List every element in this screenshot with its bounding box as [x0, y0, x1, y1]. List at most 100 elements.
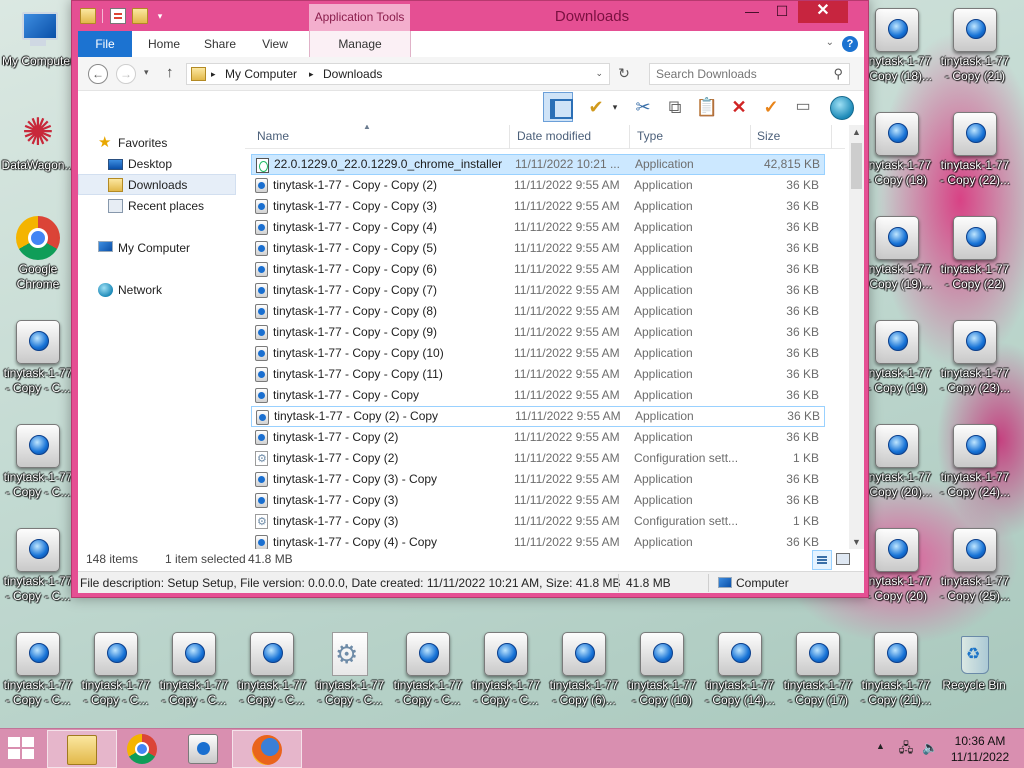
- start-button[interactable]: [8, 737, 38, 761]
- back-button[interactable]: ←: [88, 64, 108, 84]
- volume-icon[interactable]: 🔈: [922, 740, 938, 756]
- desktop-icon-item[interactable]: tinytask-1-77 - Copy (19)...: [859, 216, 935, 292]
- file-row[interactable]: tinytask-1-77 - Copy - Copy (11) 11/11/20…: [251, 364, 825, 385]
- recent-locations-dropdown-icon[interactable]: ▾: [144, 67, 149, 78]
- scroll-thumb[interactable]: [851, 143, 862, 189]
- properties-icon[interactable]: ▭: [790, 94, 816, 120]
- file-row[interactable]: tinytask-1-77 - Copy (3) 11/11/2022 9:55 …: [251, 490, 825, 511]
- preview-pane-button[interactable]: [543, 92, 573, 122]
- clock-time[interactable]: 10:36 AM: [944, 734, 1016, 748]
- title-bar[interactable]: ▾ Application Tools Downloads — ☐ ✕: [72, 1, 868, 31]
- properties-quick-icon[interactable]: [110, 8, 126, 24]
- file-row[interactable]: tinytask-1-77 - Copy - Copy (8) 11/11/202…: [251, 301, 825, 322]
- desktop-icon-item[interactable]: tinytask-1-77 - Copy (24)...: [937, 424, 1013, 500]
- file-row[interactable]: tinytask-1-77 - Copy (3) 11/11/2022 9:55 …: [251, 511, 825, 533]
- delete-icon[interactable]: ✕: [726, 94, 752, 120]
- file-row[interactable]: tinytask-1-77 - Copy (4) - Copy 11/11/202…: [251, 532, 825, 549]
- refresh-button[interactable]: ↻: [614, 65, 634, 85]
- copy-icon[interactable]: ⧉: [662, 94, 688, 120]
- address-history-dropdown-icon[interactable]: ⌄: [595, 68, 603, 79]
- open-dropdown-icon[interactable]: ▾: [609, 94, 621, 120]
- file-row[interactable]: tinytask-1-77 - Copy - Copy (6) 11/11/202…: [251, 259, 825, 280]
- network-tray-icon[interactable]: 🖧: [898, 740, 914, 756]
- desktop-icon-item[interactable]: tinytask-1-77 - Copy - C...: [390, 632, 466, 708]
- tab-view[interactable]: View: [252, 31, 298, 57]
- file-row[interactable]: tinytask-1-77 - Copy - Copy (10) 11/11/20…: [251, 343, 825, 364]
- close-button[interactable]: ✕: [798, 1, 848, 23]
- desktop-icon-item[interactable]: Google Chrome: [0, 216, 76, 292]
- desktop-icon-item[interactable]: tinytask-1-77 - Copy - C...: [0, 320, 76, 396]
- cut-icon[interactable]: ✂: [630, 94, 656, 120]
- column-divider[interactable]: [629, 125, 630, 149]
- file-row[interactable]: tinytask-1-77 - Copy - Copy (9) 11/11/202…: [251, 322, 825, 343]
- taskbar-file-explorer[interactable]: [47, 730, 117, 768]
- tab-share[interactable]: Share: [194, 31, 246, 57]
- paste-icon[interactable]: 📋: [694, 94, 720, 120]
- address-bar[interactable]: ▸ My Computer ▸ Downloads ⌄: [186, 63, 610, 85]
- file-row[interactable]: tinytask-1-77 - Copy - Copy (2) 11/11/202…: [251, 175, 825, 196]
- desktop-icon-item[interactable]: tinytask-1-77 - Copy (17): [780, 632, 856, 708]
- nav-favorites[interactable]: ★ Favorites: [78, 133, 236, 154]
- desktop-icon-item[interactable]: tinytask-1-77 - Copy - C...: [0, 528, 76, 604]
- desktop-icon-item[interactable]: tinytask-1-77 - Copy (23)...: [937, 320, 1013, 396]
- desktop-icon-item[interactable]: tinytask-1-77 - Copy (20)...: [859, 424, 935, 500]
- tab-home[interactable]: Home: [138, 31, 190, 57]
- desktop-icon-item[interactable]: tinytask-1-77 - Copy - C...: [0, 424, 76, 500]
- file-row[interactable]: tinytask-1-77 - Copy (2) - Copy 11/11/202…: [251, 406, 825, 427]
- file-row[interactable]: 22.0.1229.0_22.0.1229.0_chrome_installer…: [251, 154, 825, 175]
- tab-manage[interactable]: Manage: [309, 31, 411, 57]
- desktop-icon-item[interactable]: tinytask-1-77 - Copy (18): [859, 112, 935, 188]
- column-name-header[interactable]: Name: [257, 129, 289, 143]
- nav-my-computer[interactable]: My Computer: [78, 238, 236, 259]
- file-row[interactable]: tinytask-1-77 - Copy - Copy (7) 11/11/202…: [251, 280, 825, 301]
- desktop-icon-item[interactable]: Recycle Bin: [936, 632, 1012, 708]
- column-type-header[interactable]: Type: [637, 129, 663, 143]
- file-row[interactable]: tinytask-1-77 - Copy - Copy 11/11/2022 9:…: [251, 385, 825, 406]
- scroll-up-arrow-icon[interactable]: ▲: [849, 127, 864, 137]
- desktop-icon-item[interactable]: tinytask-1-77 - Copy (14)...: [702, 632, 778, 708]
- column-size-header[interactable]: Size: [757, 129, 780, 143]
- taskbar-firefox[interactable]: [232, 730, 302, 768]
- desktop-icon-item[interactable]: tinytask-1-77 - Copy (21): [937, 8, 1013, 84]
- desktop-icon-item[interactable]: tinytask-1-77 - Copy (22): [937, 216, 1013, 292]
- desktop-icon-item[interactable]: tinytask-1-77 - Copy (20): [859, 528, 935, 604]
- file-row[interactable]: tinytask-1-77 - Copy - Copy (4) 11/11/202…: [251, 217, 825, 238]
- nav-downloads[interactable]: Downloads: [78, 174, 236, 195]
- nav-recent-places[interactable]: Recent places: [78, 196, 236, 217]
- column-date-header[interactable]: Date modified: [517, 129, 591, 143]
- large-icons-view-icon[interactable]: [836, 553, 850, 565]
- vertical-scrollbar[interactable]: ▲ ▼: [849, 125, 864, 549]
- column-divider[interactable]: [750, 125, 751, 149]
- search-icon[interactable]: ⚲: [833, 66, 843, 82]
- file-row[interactable]: tinytask-1-77 - Copy - Copy (3) 11/11/202…: [251, 196, 825, 217]
- taskbar-tinytask[interactable]: [169, 730, 239, 768]
- minimize-button[interactable]: —: [738, 1, 766, 23]
- nav-desktop[interactable]: Desktop: [78, 154, 236, 175]
- tab-file[interactable]: File: [78, 31, 132, 57]
- scroll-down-arrow-icon[interactable]: ▼: [849, 537, 864, 547]
- column-divider[interactable]: [509, 125, 510, 149]
- desktop-icon-item[interactable]: tinytask-1-77 - Copy - C...: [312, 632, 388, 708]
- maximize-button[interactable]: ☐: [768, 1, 796, 23]
- column-divider[interactable]: [831, 125, 832, 149]
- up-arrow-icon[interactable]: ↑: [166, 64, 174, 81]
- expand-ribbon-chevron-icon[interactable]: ⌄: [826, 37, 834, 48]
- clock-date[interactable]: 11/11/2022: [944, 750, 1016, 764]
- globe-icon[interactable]: [828, 94, 854, 120]
- desktop-icon-item[interactable]: tinytask-1-77 - Copy (19): [859, 320, 935, 396]
- desktop-icon-item[interactable]: tinytask-1-77 - Copy (25)...: [937, 528, 1013, 604]
- details-view-icon[interactable]: [812, 550, 832, 570]
- file-row[interactable]: tinytask-1-77 - Copy (3) - Copy 11/11/202…: [251, 469, 825, 490]
- breadcrumb-my-computer[interactable]: My Computer: [225, 67, 297, 81]
- forward-button[interactable]: →: [116, 64, 136, 84]
- desktop-icon-item[interactable]: tinytask-1-77 - Copy - C...: [468, 632, 544, 708]
- taskbar-chrome[interactable]: [108, 730, 178, 768]
- breadcrumb-downloads[interactable]: Downloads: [323, 67, 382, 81]
- desktop-icon-item[interactable]: tinytask-1-77 - Copy (18)...: [859, 8, 935, 84]
- rename-checkmark-icon[interactable]: ✓: [758, 94, 784, 120]
- desktop-icon-item[interactable]: tinytask-1-77 - Copy - C...: [78, 632, 154, 708]
- desktop-icon-item[interactable]: tinytask-1-77 - Copy (10): [624, 632, 700, 708]
- quick-access-dropdown-icon[interactable]: ▾: [152, 8, 168, 24]
- desktop-icon-item[interactable]: tinytask-1-77 - Copy (22)...: [937, 112, 1013, 188]
- search-box[interactable]: ⚲: [649, 63, 850, 85]
